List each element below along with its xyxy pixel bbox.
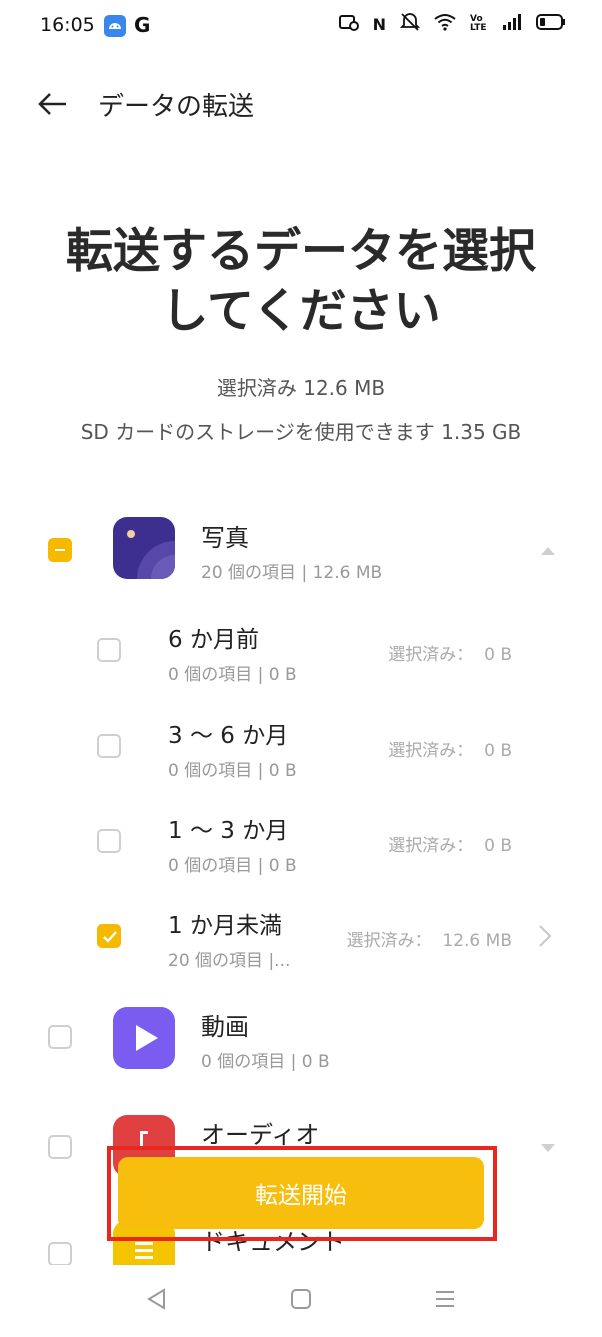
storage-available: SD カードのストレージを使用できます 1.35 GB	[80, 420, 522, 444]
subitem-selected: 選択済み： 0 B	[388, 741, 512, 761]
nfc-tag-icon	[338, 13, 359, 35]
photo-icon	[113, 517, 175, 579]
subitem-meta: 0 個の項目 | 0 B	[168, 665, 297, 685]
documents-checkbox[interactable]	[48, 1242, 72, 1265]
android-app-icon	[104, 15, 126, 37]
category-name: オーディオ	[201, 1121, 320, 1149]
subitem-row[interactable]: 1 か月未満 20 個の項目 |... 選択済み： 12.6 MB	[0, 904, 602, 971]
category-meta: 20 個の項目 | 12.6 MB	[201, 563, 383, 583]
navigation-bar	[0, 1270, 602, 1330]
back-nav-icon[interactable]	[146, 1288, 168, 1314]
subitem-name: 1 〜 3 か月	[168, 818, 289, 844]
category-videos[interactable]: 動画 0 個の項目 | 0 B	[0, 1005, 602, 1080]
category-photos[interactable]: 写真 20 個の項目 | 12.6 MB	[0, 508, 602, 588]
subitem-checkbox[interactable]	[97, 829, 121, 853]
subitem-checkbox-checked[interactable]	[97, 924, 121, 948]
subitem-selected: 選択済み： 12.6 MB	[346, 931, 512, 951]
google-icon: G	[134, 13, 151, 37]
subitem-row[interactable]: 6 か月前 0 個の項目 | 0 B 選択済み： 0 B	[0, 618, 602, 685]
subitem-name: 1 か月未満	[168, 913, 282, 939]
subitem-name: 3 〜 6 か月	[168, 723, 289, 749]
mute-icon	[399, 13, 421, 35]
battery-icon	[536, 13, 566, 35]
home-nav-icon[interactable]	[290, 1288, 312, 1314]
status-time: 16:05	[40, 14, 95, 36]
subitem-meta: 20 個の項目 |...	[168, 951, 291, 971]
volte-icon: Vo LTE	[470, 14, 487, 33]
back-button[interactable]	[34, 86, 74, 126]
status-bar: 16:05 G N Vo LTE	[0, 0, 602, 56]
videos-checkbox[interactable]	[48, 1025, 72, 1049]
check-icon	[103, 931, 117, 943]
heading-line-2: してください	[161, 284, 441, 339]
main-heading: 転送するデータを選択 してください	[0, 222, 602, 342]
expand-arrow-icon[interactable]	[540, 1139, 556, 1158]
page-title: データの転送	[98, 92, 255, 122]
collapse-arrow-icon[interactable]	[540, 542, 556, 561]
audio-checkbox[interactable]	[48, 1135, 72, 1159]
subitem-checkbox[interactable]	[97, 638, 121, 662]
heading-line-1: 転送するデータを選択	[66, 224, 536, 279]
subitem-meta: 0 個の項目 | 0 B	[168, 856, 297, 876]
selected-total: 選択済み 12.6 MB	[216, 376, 386, 400]
subitem-row[interactable]: 3 〜 6 か月 0 個の項目 | 0 B 選択済み： 0 B	[0, 714, 602, 781]
video-play-icon	[113, 1007, 175, 1069]
subitem-selected: 選択済み： 0 B	[388, 836, 512, 856]
chevron-right-icon[interactable]	[538, 924, 552, 952]
wifi-icon	[434, 13, 456, 35]
back-arrow-icon	[38, 93, 66, 115]
nfc-icon: N	[372, 14, 386, 34]
signal-icon	[502, 13, 522, 35]
subitem-meta: 0 個の項目 | 0 B	[168, 761, 297, 781]
subitem-name: 6 か月前	[168, 627, 259, 653]
subitem-row[interactable]: 1 〜 3 か月 0 個の項目 | 0 B 選択済み： 0 B	[0, 809, 602, 876]
category-name: 写真	[201, 524, 249, 552]
system-icons: N Vo LTE	[338, 13, 566, 35]
highlight-box	[107, 1146, 497, 1241]
menu-nav-icon[interactable]	[434, 1288, 456, 1314]
photos-checkbox[interactable]	[48, 538, 72, 562]
category-meta: 0 個の項目 | 0 B	[201, 1052, 330, 1072]
subitem-selected: 選択済み： 0 B	[388, 645, 512, 665]
category-name: 動画	[201, 1013, 249, 1041]
subitem-checkbox[interactable]	[97, 734, 121, 758]
